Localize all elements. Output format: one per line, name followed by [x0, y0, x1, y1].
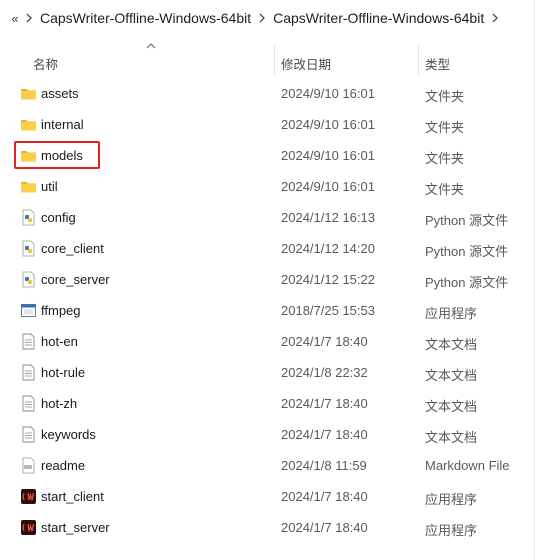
column-header-name[interactable]: 名称	[33, 54, 58, 73]
chevron-right-icon[interactable]	[22, 13, 36, 23]
file-date: 2024/1/7 18:40	[281, 396, 368, 411]
text-file-icon	[20, 395, 37, 412]
file-type: 文本文档	[425, 430, 478, 445]
file-row-hot-zh[interactable]: hot-zh 2024/1/7 18:40 文本文档	[0, 388, 535, 419]
file-date: 2024/1/7 18:40	[281, 489, 368, 504]
file-row-keywords[interactable]: keywords 2024/1/7 18:40 文本文档	[0, 419, 535, 450]
file-name: hot-en	[41, 334, 78, 349]
python-file-icon	[20, 271, 37, 288]
file-type: Markdown File	[425, 458, 510, 473]
file-type: 文件夹	[425, 151, 465, 166]
file-date: 2024/9/10 16:01	[281, 179, 375, 194]
file-date: 2024/1/7 18:40	[281, 520, 368, 535]
file-name: start_server	[41, 520, 110, 535]
breadcrumb: « CapsWriter-Offline-Windows-64bit CapsW…	[0, 0, 535, 36]
file-name: hot-rule	[41, 365, 86, 380]
file-date: 2024/1/7 18:40	[281, 427, 368, 442]
file-name: models	[41, 148, 83, 163]
folder-icon	[20, 178, 37, 195]
file-name: keywords	[41, 427, 96, 442]
file-type: 文件夹	[425, 120, 465, 135]
file-date: 2024/1/12 15:22	[281, 272, 375, 287]
file-name: start_client	[41, 489, 104, 504]
file-date: 2024/9/10 16:01	[281, 86, 375, 101]
file-row-util[interactable]: util 2024/9/10 16:01 文件夹	[0, 171, 535, 202]
breadcrumb-item-parent[interactable]: CapsWriter-Offline-Windows-64bit	[36, 10, 255, 26]
file-date: 2024/1/8 22:32	[281, 365, 368, 380]
capswriter-app-icon	[20, 519, 37, 536]
file-name: internal	[41, 117, 84, 132]
chevron-right-icon[interactable]	[488, 13, 502, 23]
file-name: ffmpeg	[41, 303, 81, 318]
file-row-core-client[interactable]: core_client 2024/1/12 14:20 Python 源文件	[0, 233, 535, 264]
file-row-assets[interactable]: assets 2024/9/10 16:01 文件夹	[0, 78, 535, 109]
file-name: core_client	[41, 241, 104, 256]
python-file-icon	[20, 240, 37, 257]
exe-icon	[20, 302, 37, 319]
file-row-core-server[interactable]: core_server 2024/1/12 15:22 Python 源文件	[0, 264, 535, 295]
capswriter-app-icon	[20, 488, 37, 505]
file-date: 2024/1/7 18:40	[281, 334, 368, 349]
python-file-icon	[20, 209, 37, 226]
markdown-file-icon	[20, 457, 37, 474]
column-divider[interactable]	[274, 44, 275, 76]
file-name: util	[41, 179, 58, 194]
file-row-readme[interactable]: readme 2024/1/8 11:59 Markdown File	[0, 450, 535, 481]
chevron-right-icon[interactable]	[255, 13, 269, 23]
file-date: 2018/7/25 15:53	[281, 303, 375, 318]
file-type: 文本文档	[425, 337, 478, 352]
file-name: config	[41, 210, 76, 225]
file-type: 文本文档	[425, 368, 478, 383]
file-row-start-server[interactable]: start_server 2024/1/7 18:40 应用程序	[0, 512, 535, 543]
file-list: assets 2024/9/10 16:01 文件夹 internal 2024…	[0, 78, 535, 543]
file-name: readme	[41, 458, 86, 473]
file-type: Python 源文件	[425, 213, 509, 228]
sort-ascending-icon	[146, 43, 156, 49]
text-file-icon	[20, 426, 37, 443]
text-file-icon	[20, 364, 37, 381]
file-date: 2024/1/12 14:20	[281, 241, 375, 256]
file-type: Python 源文件	[425, 275, 509, 290]
file-row-ffmpeg[interactable]: ffmpeg 2018/7/25 15:53 应用程序	[0, 295, 535, 326]
folder-icon	[20, 116, 37, 133]
file-name: core_server	[41, 272, 110, 287]
file-type: Python 源文件	[425, 244, 509, 259]
breadcrumb-overflow-button[interactable]: «	[8, 11, 22, 26]
file-row-models[interactable]: models 2024/9/10 16:01 文件夹	[0, 140, 535, 171]
file-row-hot-en[interactable]: hot-en 2024/1/7 18:40 文本文档	[0, 326, 535, 357]
file-type: 应用程序	[425, 492, 478, 507]
folder-icon	[20, 85, 37, 102]
file-row-hot-rule[interactable]: hot-rule 2024/1/8 22:32 文本文档	[0, 357, 535, 388]
column-header: 名称 修改日期 类型	[0, 43, 535, 76]
file-date: 2024/1/12 16:13	[281, 210, 375, 225]
file-date: 2024/9/10 16:01	[281, 148, 375, 163]
file-type: 应用程序	[425, 523, 478, 538]
file-type: 文件夹	[425, 182, 465, 197]
column-header-date[interactable]: 修改日期	[281, 54, 331, 73]
file-row-config[interactable]: config 2024/1/12 16:13 Python 源文件	[0, 202, 535, 233]
breadcrumb-item-current[interactable]: CapsWriter-Offline-Windows-64bit	[269, 10, 488, 26]
file-name: assets	[41, 86, 79, 101]
text-file-icon	[20, 333, 37, 350]
file-type: 文件夹	[425, 89, 465, 104]
file-row-start-client[interactable]: start_client 2024/1/7 18:40 应用程序	[0, 481, 535, 512]
file-date: 2024/9/10 16:01	[281, 117, 375, 132]
column-header-type[interactable]: 类型	[425, 54, 450, 73]
folder-icon	[20, 147, 37, 164]
file-row-internal[interactable]: internal 2024/9/10 16:01 文件夹	[0, 109, 535, 140]
file-date: 2024/1/8 11:59	[281, 458, 367, 473]
file-type: 应用程序	[425, 306, 478, 321]
column-divider[interactable]	[418, 44, 419, 76]
file-name: hot-zh	[41, 396, 78, 411]
file-type: 文本文档	[425, 399, 478, 414]
